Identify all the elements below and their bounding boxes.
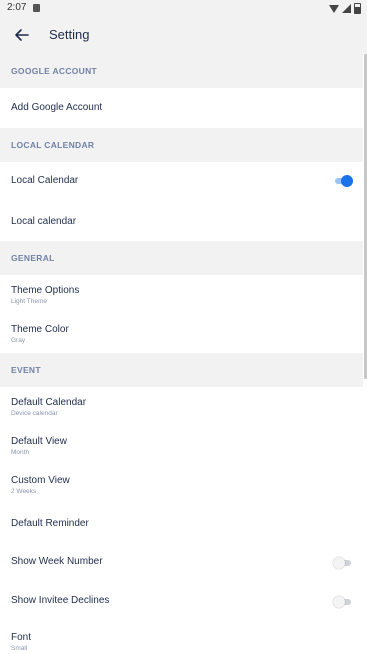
status-time: 2:07 bbox=[7, 2, 27, 13]
section-header-local-calendar: LOCAL CALENDAR bbox=[0, 128, 363, 162]
theme-color-value: Gray bbox=[11, 337, 26, 344]
arrow-left-icon bbox=[15, 29, 29, 41]
custom-view-value: 2 Weeks bbox=[11, 488, 37, 495]
show-invitee-declines-switch[interactable] bbox=[333, 596, 353, 608]
default-view-title: Default View bbox=[11, 436, 67, 447]
theme-options-value: Light Theme bbox=[11, 298, 48, 305]
add-google-account-label: Add Google Account bbox=[11, 102, 103, 113]
default-calendar-title: Default Calendar bbox=[11, 397, 87, 408]
switch-thumb bbox=[333, 557, 345, 569]
default-reminder-title: Default Reminder bbox=[11, 518, 89, 529]
section-header-general: GENERAL bbox=[0, 241, 363, 275]
theme-options-title: Theme Options bbox=[11, 285, 80, 296]
font-row[interactable]: Font Small bbox=[0, 622, 363, 654]
local-calendar-item-row[interactable]: Local calendar bbox=[0, 202, 363, 241]
notification-icon bbox=[33, 4, 40, 12]
switch-thumb bbox=[341, 175, 353, 187]
signal-icon bbox=[342, 4, 351, 13]
custom-view-title: Custom View bbox=[11, 475, 70, 486]
settings-screen: 2:07 Setting GOOGLE ACCOUNT Add Google A… bbox=[0, 0, 367, 654]
local-calendar-switch[interactable] bbox=[333, 175, 353, 187]
local-calendar-item-label: Local calendar bbox=[11, 216, 77, 227]
font-value: Small bbox=[11, 645, 28, 652]
theme-options-row[interactable]: Theme Options Light Theme bbox=[0, 275, 363, 314]
local-calendar-toggle-label: Local Calendar bbox=[11, 175, 79, 186]
section-header-google-account: GOOGLE ACCOUNT bbox=[0, 54, 363, 88]
default-reminder-row[interactable]: Default Reminder bbox=[0, 505, 363, 544]
local-calendar-toggle-row[interactable]: Local Calendar bbox=[0, 162, 363, 202]
show-week-number-row[interactable]: Show Week Number bbox=[0, 544, 363, 583]
default-calendar-value: Device calendar bbox=[11, 410, 58, 417]
battery-icon bbox=[354, 3, 361, 14]
switch-thumb bbox=[333, 596, 345, 608]
page-title: Setting bbox=[49, 27, 90, 42]
show-week-number-switch[interactable] bbox=[333, 557, 353, 569]
default-view-value: Month bbox=[11, 449, 30, 456]
default-view-row[interactable]: Default View Month bbox=[0, 426, 363, 465]
theme-color-row[interactable]: Theme Color Gray bbox=[0, 314, 363, 353]
back-button[interactable] bbox=[10, 24, 34, 46]
status-bar: 2:07 bbox=[0, 0, 367, 16]
settings-list: GOOGLE ACCOUNT Add Google Account LOCAL … bbox=[0, 54, 363, 654]
show-invitee-declines-row[interactable]: Show Invitee Declines bbox=[0, 583, 363, 622]
add-google-account-row[interactable]: Add Google Account bbox=[0, 88, 363, 128]
custom-view-row[interactable]: Custom View 2 Weeks bbox=[0, 465, 363, 505]
default-calendar-row[interactable]: Default Calendar Device calendar bbox=[0, 387, 363, 426]
theme-color-title: Theme Color bbox=[11, 324, 69, 335]
show-invitee-declines-title: Show Invitee Declines bbox=[11, 595, 110, 606]
wifi-icon bbox=[329, 4, 339, 13]
toolbar: Setting bbox=[0, 16, 367, 54]
font-title: Font bbox=[11, 632, 32, 643]
section-header-event: EVENT bbox=[0, 353, 363, 387]
status-icons bbox=[329, 3, 361, 14]
show-week-number-title: Show Week Number bbox=[11, 556, 103, 567]
